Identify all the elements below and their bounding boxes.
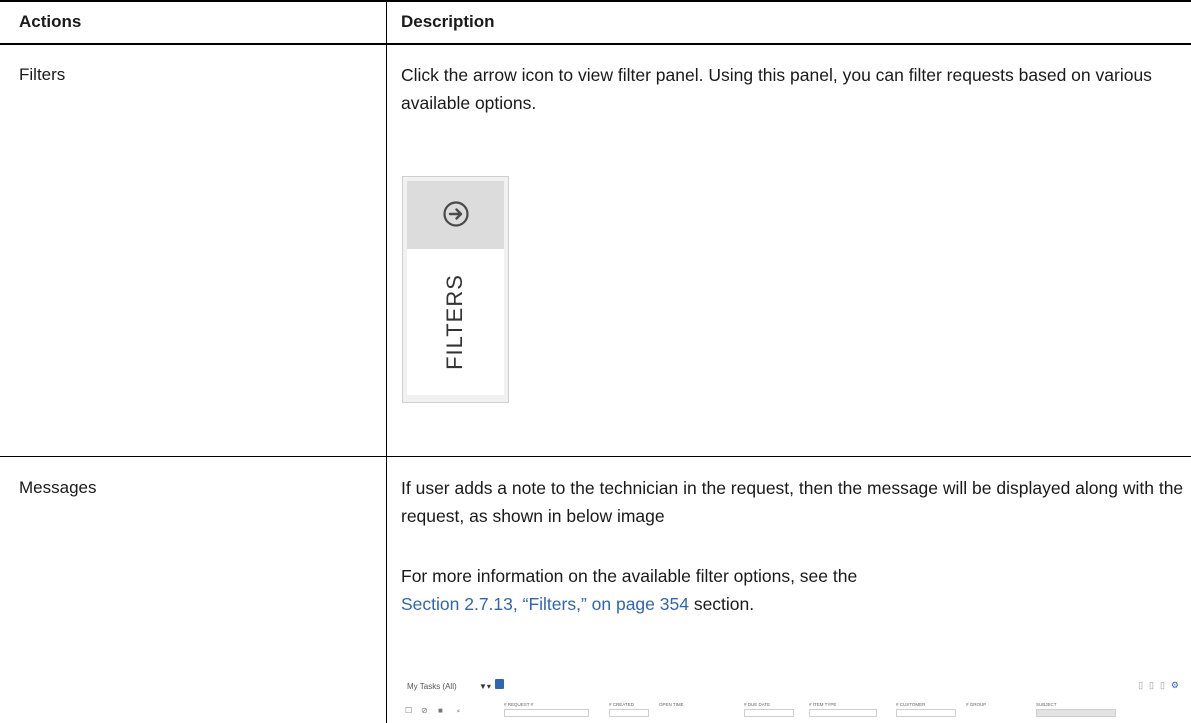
filters-section-link[interactable]: Section 2.7.13, “Filters,” on page 354 bbox=[401, 594, 689, 614]
column-filter-input[interactable] bbox=[809, 709, 877, 717]
priority-icon[interactable]: ■ bbox=[438, 706, 443, 715]
actions-table: Actions Description Filters Click the ar… bbox=[0, 0, 1191, 723]
column-header[interactable]: SUBJECT bbox=[1036, 702, 1057, 707]
column-filter-input[interactable] bbox=[504, 709, 589, 717]
row-divider bbox=[0, 456, 1191, 457]
filters-toggle[interactable] bbox=[407, 181, 504, 249]
column-header[interactable]: # REQUEST # bbox=[504, 702, 533, 707]
filters-panel-body: FILTERS bbox=[407, 249, 504, 395]
column-filter-input[interactable] bbox=[744, 709, 794, 717]
column-header[interactable]: # GROUP bbox=[966, 702, 986, 707]
more-info-text: For more information on the available fi… bbox=[401, 566, 858, 586]
gear-icon[interactable]: ⚙ bbox=[1171, 680, 1185, 690]
header-actions: Actions bbox=[19, 12, 82, 31]
column-filter-input[interactable] bbox=[896, 709, 956, 717]
table-top-border bbox=[0, 0, 1191, 2]
attachments-icon[interactable]: ⊘ bbox=[421, 706, 428, 715]
more-info-tail: section. bbox=[693, 594, 755, 614]
column-header[interactable]: # ITEM TYPE bbox=[809, 702, 836, 707]
messages-description: If user adds a note to the technician in… bbox=[401, 478, 1184, 526]
filters-label: FILTERS bbox=[442, 274, 467, 370]
column-filter-input[interactable] bbox=[1036, 709, 1116, 717]
filters-description: Click the arrow icon to view filter pane… bbox=[401, 65, 1152, 113]
action-messages: Messages bbox=[19, 478, 97, 497]
column-header[interactable]: # DUE DATE bbox=[744, 702, 770, 707]
toolbar-icons[interactable]: ▯▯▯⚙ bbox=[1138, 680, 1185, 691]
filter-icon[interactable]: ▼▾ bbox=[479, 682, 491, 691]
header-bottom-border bbox=[0, 43, 1191, 45]
filters-more-info: For more information on the available fi… bbox=[401, 562, 1191, 618]
pin-icon[interactable]: ⸗ bbox=[457, 706, 460, 715]
action-filters: Filters bbox=[19, 65, 66, 84]
column-divider bbox=[386, 0, 387, 723]
filters-panel-image: FILTERS bbox=[402, 176, 509, 403]
messages-screenshot: My Tasks (All) ▼▾ ▯▯▯⚙ # REQUEST # # CREA… bbox=[399, 676, 1191, 723]
column-filter-input[interactable] bbox=[609, 709, 649, 717]
add-request-icon[interactable] bbox=[495, 679, 504, 689]
arrow-right-circle-icon bbox=[443, 201, 469, 227]
header-description: Description bbox=[401, 12, 495, 31]
column-header[interactable]: OPEN TIME bbox=[659, 702, 684, 707]
column-header[interactable]: # CUSTOMER bbox=[896, 702, 925, 707]
select-all-checkbox[interactable]: ☐ bbox=[405, 706, 412, 715]
column-header[interactable]: # CREATED bbox=[609, 702, 634, 707]
view-title[interactable]: My Tasks (All) bbox=[407, 682, 457, 691]
